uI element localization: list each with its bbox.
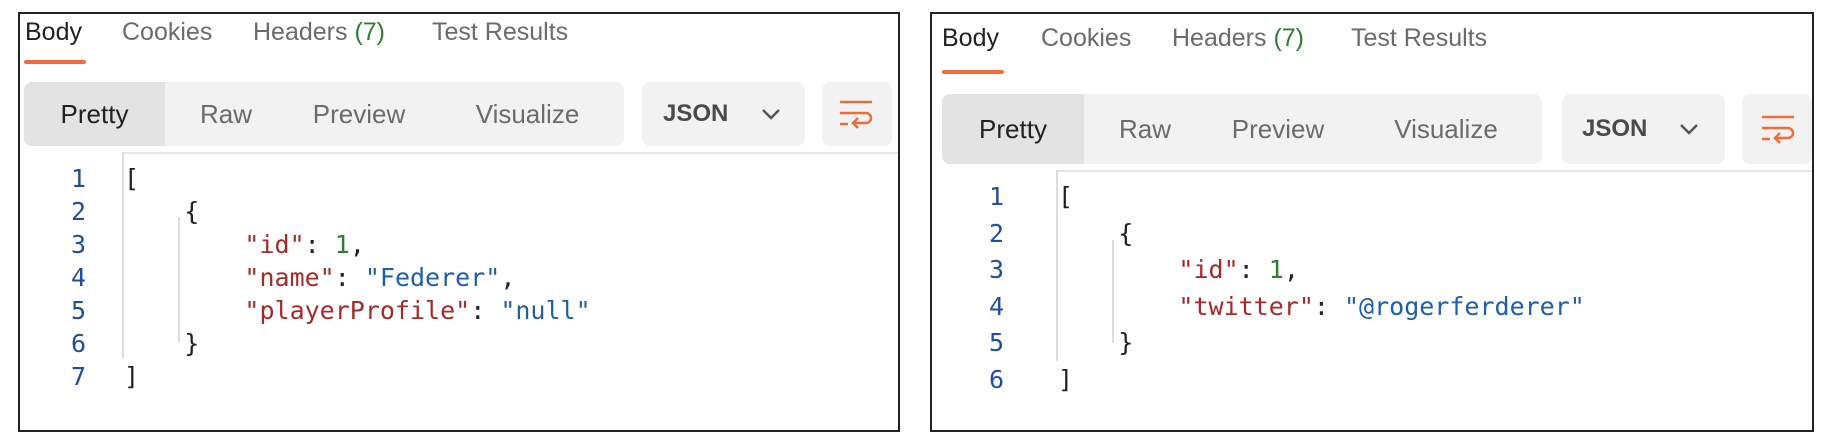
code-token: { <box>124 197 200 226</box>
code-token: } <box>124 329 200 358</box>
code-token: : <box>1238 255 1269 284</box>
view-raw-button[interactable]: Raw <box>165 82 287 146</box>
view-visualize-button[interactable]: Visualize <box>431 82 624 146</box>
line-text: "playerProfile": "null" <box>124 296 591 325</box>
tab-body[interactable]: Body <box>942 24 999 53</box>
line-number: 6 <box>70 329 86 358</box>
view-preview-button[interactable]: Preview <box>1206 94 1350 164</box>
tab-headers[interactable]: Headers (7) <box>253 18 385 47</box>
headers-count: (7) <box>1273 24 1305 52</box>
code-header-rule <box>1058 170 1812 172</box>
line-text: "id": 1, <box>124 230 365 259</box>
line-number: 5 <box>70 296 86 325</box>
view-mode-bar: Pretty Raw Preview Visualize <box>24 82 624 146</box>
view-visualize-button[interactable]: Visualize <box>1350 94 1542 164</box>
tab-headers[interactable]: Headers (7) <box>1172 24 1304 53</box>
code-token: , <box>1283 255 1299 284</box>
line-number: 2 <box>70 197 86 226</box>
wrap-lines-icon <box>840 100 873 129</box>
format-select-value: JSON <box>1582 115 1648 142</box>
code-header-rule <box>124 152 898 154</box>
code-token: : <box>334 263 365 292</box>
code-view: 1 [2 {3 "id": 1, 4 "name": "Federer", 5 "pl… <box>20 152 898 430</box>
tab-body[interactable]: Body <box>25 18 82 47</box>
line-number: 6 <box>988 364 1004 394</box>
tab-test-results[interactable]: Test Results <box>432 18 568 47</box>
view-mode-bar: Pretty Raw Preview Visualize <box>942 94 1542 164</box>
line-text: { <box>1058 219 1133 248</box>
code-token: , <box>500 263 516 292</box>
response-tabs: Body Cookies Headers (7) Test Results <box>20 14 898 66</box>
line-number: 3 <box>988 255 1004 284</box>
code-token: : <box>1313 291 1344 321</box>
tab-headers-label: Headers <box>1172 24 1267 52</box>
code-token: "@rogerferderer" <box>1344 291 1585 321</box>
code-token: 1 <box>334 230 350 259</box>
response-tabs: Body Cookies Headers (7) Test Results <box>932 14 1812 74</box>
line-text: [ <box>124 164 139 193</box>
code-token: } <box>1058 328 1134 357</box>
line-number: 5 <box>988 328 1004 357</box>
wrap-lines-button[interactable] <box>822 82 892 146</box>
line-text: { <box>124 197 199 226</box>
line-text: [ <box>1058 182 1073 211</box>
tab-cookies[interactable]: Cookies <box>122 18 212 47</box>
view-pretty-button[interactable]: Pretty <box>24 82 165 146</box>
active-tab-underline <box>24 60 86 64</box>
tab-cookies[interactable]: Cookies <box>1041 24 1131 53</box>
line-text: } <box>124 329 199 358</box>
code-token: "playerProfile" <box>244 296 471 325</box>
code-token: "twitter" <box>1178 291 1314 321</box>
chevron-down-icon <box>762 109 780 120</box>
code-token: "id" <box>1178 255 1239 284</box>
line-text: } <box>1058 328 1133 357</box>
line-text: ] <box>1058 365 1073 394</box>
line-number: 3 <box>70 230 86 259</box>
view-preview-button[interactable]: Preview <box>287 82 431 146</box>
line-text: ] <box>124 362 139 391</box>
chevron-down-icon <box>1680 124 1698 135</box>
code-token: ] <box>124 362 140 391</box>
code-token: { <box>1058 218 1134 248</box>
line-number: 7 <box>70 362 86 391</box>
wrap-lines-button[interactable] <box>1742 94 1812 164</box>
active-tab-underline <box>942 70 1004 74</box>
code-token: "id" <box>244 230 305 259</box>
line-number: 2 <box>988 218 1004 248</box>
code-token: : <box>470 296 501 325</box>
line-text: "twitter": "@rogerferderer" <box>1058 291 1585 321</box>
line-number: 1 <box>988 182 1004 211</box>
tab-headers-label: Headers <box>253 18 348 46</box>
code-token: "null" <box>500 296 591 325</box>
code-token: "name" <box>244 263 335 292</box>
view-pretty-button[interactable]: Pretty <box>942 94 1084 164</box>
response-panel-left: Body Cookies Headers (7) Test Results Pr… <box>18 12 900 432</box>
code-token: [ <box>124 164 140 193</box>
code-token: ] <box>1058 364 1074 394</box>
headers-count: (7) <box>354 18 386 46</box>
format-select-value: JSON <box>663 100 729 127</box>
code-token: 1 <box>1268 255 1284 284</box>
code-token: [ <box>1058 182 1074 211</box>
response-panel-right: Body Cookies Headers (7) Test Results Pr… <box>930 12 1814 432</box>
format-select[interactable]: JSON <box>642 82 805 146</box>
line-text: "id": 1, <box>1058 255 1299 284</box>
line-number: 4 <box>988 291 1004 321</box>
code-token: "Federer" <box>364 263 501 292</box>
code-token: , <box>349 230 365 259</box>
wrap-lines-icon <box>1762 115 1795 144</box>
line-number: 1 <box>70 164 86 193</box>
format-select[interactable]: JSON <box>1562 94 1725 164</box>
code-view: 1 [2 {3 "id": 1, 4 "twitter": "@rogerferde… <box>932 170 1812 430</box>
line-number: 4 <box>70 263 86 292</box>
code-token: : <box>304 230 335 259</box>
tab-test-results[interactable]: Test Results <box>1351 24 1487 53</box>
line-text: "name": "Federer", <box>124 263 515 292</box>
view-raw-button[interactable]: Raw <box>1084 94 1206 164</box>
